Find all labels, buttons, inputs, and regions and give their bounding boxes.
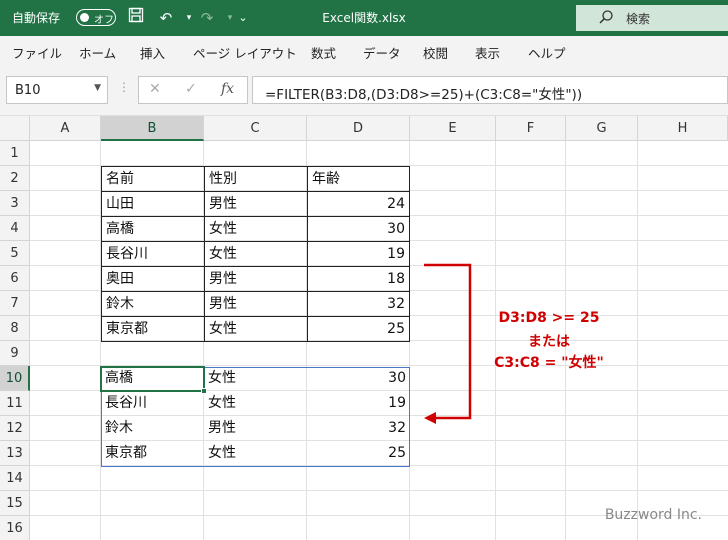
formula-bar-area: B10 ▼ ⋮ ✕ ✓ fx =FILTER(B3:D8,(D3:D8>=25)… <box>0 66 728 116</box>
header-cell-name[interactable]: 名前 <box>101 166 205 192</box>
table-cell[interactable]: 山田 <box>101 191 205 217</box>
tab-review[interactable]: 校閲 <box>423 43 448 62</box>
search-label: 検索 <box>626 12 651 26</box>
name-box[interactable]: B10 ▼ <box>6 76 108 104</box>
table-cell[interactable]: 東京都 <box>101 316 205 342</box>
table-cell[interactable]: 高橋 <box>101 216 205 242</box>
tab-view[interactable]: 表示 <box>475 43 500 62</box>
tab-insert[interactable]: 挿入 <box>140 43 165 62</box>
title-bar: 自動保存 オフ ↶ ▾ ↷ ▾ ⌄ Excel関数.xlsx 検索 <box>0 0 728 36</box>
formula-buttons: ✕ ✓ fx <box>138 76 248 104</box>
header-cell-gender[interactable]: 性別 <box>204 166 308 192</box>
fill-handle[interactable] <box>201 388 207 394</box>
annotation-arrow <box>424 263 472 424</box>
more-options-icon[interactable]: ⋮ <box>118 80 130 94</box>
row-header-15[interactable]: 15 <box>0 491 30 516</box>
row-header-4[interactable]: 4 <box>0 216 30 241</box>
table-cell[interactable]: 24 <box>307 191 410 217</box>
formula-text: =FILTER(B3:D8,(D3:D8>=25)+(C3:C8="女性")) <box>265 87 583 103</box>
column-header-f[interactable]: F <box>496 116 566 141</box>
ribbon-tabs: ファイル ホーム 挿入 ページ レイアウト 数式 データ 校閲 表示 ヘルプ <box>0 36 728 66</box>
result-cell[interactable]: 女性 <box>204 441 307 466</box>
table-cell[interactable]: 奥田 <box>101 266 205 292</box>
row-header-3[interactable]: 3 <box>0 191 30 216</box>
search-icon <box>599 10 613 24</box>
tab-file[interactable]: ファイル <box>12 43 62 62</box>
tab-home[interactable]: ホーム <box>79 43 116 62</box>
column-header-h[interactable]: H <box>638 116 728 141</box>
row-header-10[interactable]: 10 <box>0 366 30 391</box>
row-header-1[interactable]: 1 <box>0 141 30 166</box>
select-all-corner[interactable] <box>0 116 30 141</box>
column-header-b[interactable]: B <box>101 116 204 141</box>
column-header-c[interactable]: C <box>204 116 307 141</box>
row-header-7[interactable]: 7 <box>0 291 30 316</box>
table-cell[interactable]: 18 <box>307 266 410 292</box>
result-cell[interactable]: 鈴木 <box>101 416 204 441</box>
enter-icon[interactable]: ✓ <box>185 81 197 97</box>
row-header-5[interactable]: 5 <box>0 241 30 266</box>
cancel-icon[interactable]: ✕ <box>149 81 161 97</box>
table-cell[interactable]: 男性 <box>204 191 308 217</box>
table-cell[interactable]: 25 <box>307 316 410 342</box>
search-box[interactable]: 検索 <box>576 5 728 31</box>
column-header-d[interactable]: D <box>307 116 410 141</box>
row-header-2[interactable]: 2 <box>0 166 30 191</box>
table-cell[interactable]: 男性 <box>204 291 308 317</box>
table-cell[interactable]: 長谷川 <box>101 241 205 267</box>
gridline <box>30 490 728 491</box>
row-header-14[interactable]: 14 <box>0 466 30 491</box>
watermark: Buzzword Inc. <box>604 507 702 523</box>
annotation-or: または <box>528 334 570 350</box>
tab-formulas[interactable]: 数式 <box>311 43 336 62</box>
column-header-e[interactable]: E <box>410 116 496 141</box>
row-header-11[interactable]: 11 <box>0 391 30 416</box>
result-cell[interactable]: 男性 <box>204 416 307 441</box>
result-cell[interactable]: 32 <box>307 416 410 441</box>
table-cell[interactable]: 女性 <box>204 316 308 342</box>
row-header-13[interactable]: 13 <box>0 441 30 466</box>
table-cell[interactable]: 鈴木 <box>101 291 205 317</box>
annotation-condition-2: C3:C8 = "女性" <box>494 355 604 371</box>
worksheet-grid[interactable]: A B C D E F G H 1 2 3 4 5 6 7 8 9 10 11 … <box>0 116 728 540</box>
tab-help[interactable]: ヘルプ <box>528 43 566 62</box>
result-cell[interactable]: 東京都 <box>101 441 204 466</box>
name-box-dropdown-icon[interactable]: ▼ <box>94 83 101 93</box>
row-header-16[interactable]: 16 <box>0 516 30 540</box>
result-cell[interactable]: 女性 <box>204 391 307 416</box>
table-cell[interactable]: 32 <box>307 291 410 317</box>
table-cell[interactable]: 女性 <box>204 241 308 267</box>
column-header-a[interactable]: A <box>30 116 101 141</box>
insert-function-icon[interactable]: fx <box>221 81 234 97</box>
tab-data[interactable]: データ <box>363 43 401 62</box>
result-cell[interactable]: 25 <box>307 441 410 466</box>
column-header-g[interactable]: G <box>566 116 638 141</box>
formula-input[interactable]: =FILTER(B3:D8,(D3:D8>=25)+(C3:C8="女性")) <box>252 76 728 104</box>
name-box-value: B10 <box>15 83 41 98</box>
header-cell-age[interactable]: 年齢 <box>307 166 410 192</box>
row-header-12[interactable]: 12 <box>0 416 30 441</box>
tab-page-layout[interactable]: ページ レイアウト <box>193 43 297 62</box>
result-cell[interactable]: 女性 <box>204 366 307 391</box>
row-header-8[interactable]: 8 <box>0 316 30 341</box>
table-cell[interactable]: 女性 <box>204 216 308 242</box>
result-cell[interactable]: 長谷川 <box>101 391 204 416</box>
annotation-condition-1: D3:D8 >= 25 <box>498 310 600 326</box>
result-cell[interactable]: 30 <box>307 366 410 391</box>
active-cell-indicator <box>100 366 205 392</box>
row-header-6[interactable]: 6 <box>0 266 30 291</box>
result-cell[interactable]: 19 <box>307 391 410 416</box>
table-cell[interactable]: 30 <box>307 216 410 242</box>
table-cell[interactable]: 男性 <box>204 266 308 292</box>
table-cell[interactable]: 19 <box>307 241 410 267</box>
row-header-9[interactable]: 9 <box>0 341 30 366</box>
